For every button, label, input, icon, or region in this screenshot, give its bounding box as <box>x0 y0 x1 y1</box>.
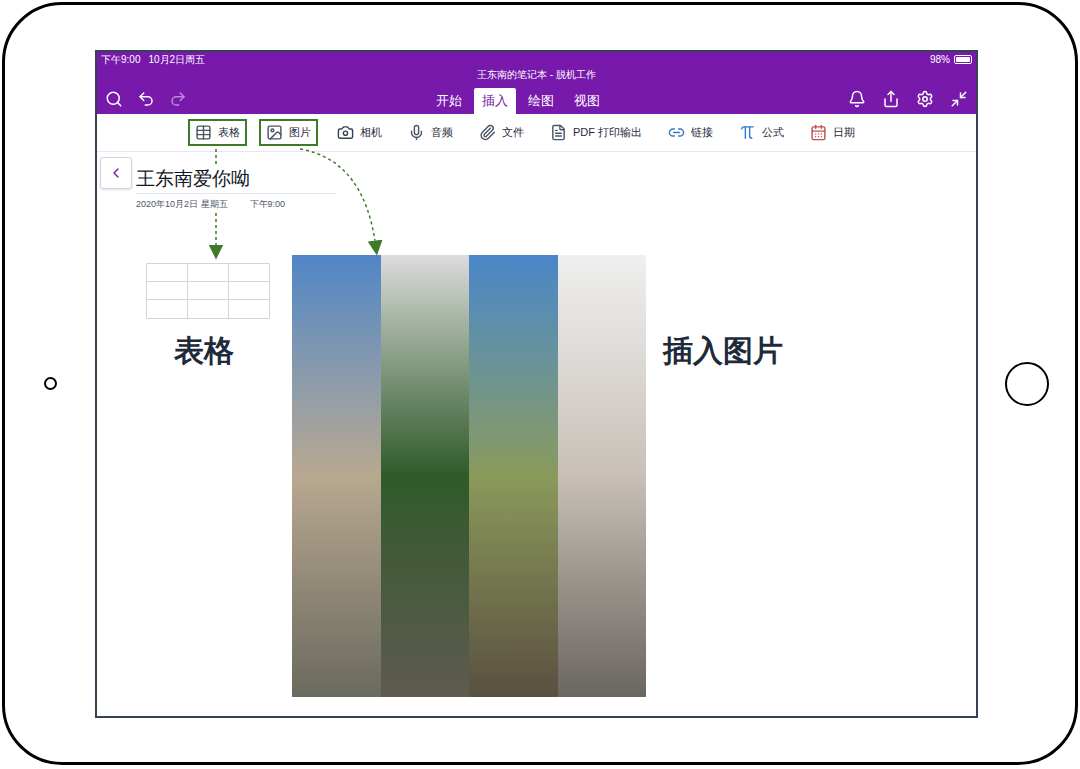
table-row <box>147 282 269 300</box>
pi-icon <box>739 124 756 141</box>
ribbon-button[interactable]: 文件 <box>472 119 531 146</box>
share-icon[interactable] <box>882 90 900 108</box>
collapse-icon[interactable] <box>950 90 968 108</box>
table-arrow <box>215 213 217 252</box>
redo-icon[interactable] <box>169 90 187 108</box>
page-title[interactable]: 王东南爱你呦 <box>136 167 336 194</box>
ribbon: 表格图片相机音频文件 PDF 打印输出链接公式日期 <box>97 114 976 152</box>
ribbon-button[interactable]: 音频 <box>401 119 460 146</box>
camera-column <box>5 377 95 390</box>
ribbon-button[interactable]: 相机 <box>330 119 389 146</box>
calendar-icon <box>810 124 827 141</box>
battery-percent: 98% <box>930 52 950 67</box>
back-button[interactable] <box>100 157 132 189</box>
table-cell[interactable] <box>147 264 188 281</box>
paperclip-icon <box>479 124 496 141</box>
table-cell[interactable] <box>188 300 229 318</box>
microphone-icon <box>408 124 425 141</box>
ribbon-button[interactable]: 表格 <box>188 119 247 146</box>
camera-dot <box>44 377 57 390</box>
image-arrow <box>300 149 376 248</box>
camera-icon <box>337 124 354 141</box>
table-row <box>147 300 269 318</box>
table-cell[interactable] <box>188 282 229 299</box>
table-cell[interactable] <box>229 282 269 299</box>
status-bar: 下午9:00 10月2日周五 98% <box>97 52 976 68</box>
ipad-frame: 下午9:0010月2日周五98%王东南的笔记本 - 脱机工作开始插入绘图视图表格… <box>2 2 1078 765</box>
inserted-table[interactable] <box>146 263 270 319</box>
photo-strip <box>558 255 647 697</box>
table-cell[interactable] <box>147 300 188 318</box>
screen: 下午9:0010月2日周五98%王东南的笔记本 - 脱机工作开始插入绘图视图表格… <box>95 50 978 718</box>
home-column <box>978 362 1075 406</box>
page-date: 2020年10月2日 星期五下午9:00 <box>136 194 336 212</box>
illustration: 下午9:0010月2日周五98%王东南的笔记本 - 脱机工作开始插入绘图视图表格… <box>0 0 1080 769</box>
ribbon-button[interactable]: 日期 <box>803 119 862 146</box>
toolbar-row: 开始插入绘图视图 <box>97 82 976 114</box>
table-cell[interactable] <box>229 300 269 318</box>
table-cell[interactable] <box>147 282 188 299</box>
tab-bar: 开始插入绘图视图 <box>428 88 608 114</box>
tab[interactable]: 插入 <box>474 88 516 114</box>
table-arrow <box>215 149 217 164</box>
image-annotation: 插入图片 <box>663 328 783 373</box>
status-time: 下午9:00 <box>101 52 140 67</box>
ribbon-button[interactable]: PDF 打印输出 <box>543 119 649 146</box>
bell-icon[interactable] <box>848 90 866 108</box>
table-row <box>147 264 269 282</box>
photo-strip <box>469 255 558 697</box>
table-cell[interactable] <box>229 264 269 281</box>
ribbon-button[interactable]: 链接 <box>661 119 720 146</box>
chevron-left-icon <box>108 165 124 181</box>
link-icon <box>668 124 685 141</box>
window-title: 王东南的笔记本 - 脱机工作 <box>97 68 976 82</box>
battery-icon <box>954 55 972 64</box>
home-button[interactable] <box>1005 362 1049 406</box>
page-header: 王东南爱你呦2020年10月2日 星期五下午9:00 <box>97 152 976 212</box>
status-date: 10月2日周五 <box>148 52 205 67</box>
page-canvas: 王东南爱你呦2020年10月2日 星期五下午9:00 表格 插入图片 <box>97 152 976 716</box>
pdf-file-icon <box>550 124 567 141</box>
ribbon-button[interactable]: 公式 <box>732 119 791 146</box>
image-icon <box>266 124 283 141</box>
inserted-photo[interactable] <box>292 255 646 697</box>
table-icon <box>195 124 212 141</box>
photo-strip <box>381 255 470 697</box>
tab[interactable]: 绘图 <box>520 88 562 114</box>
search-icon[interactable] <box>105 90 123 108</box>
undo-icon[interactable] <box>137 90 155 108</box>
tab[interactable]: 视图 <box>566 88 608 114</box>
app-header: 下午9:00 10月2日周五 98%王东南的笔记本 - 脱机工作开始插入绘图视图 <box>97 52 976 114</box>
table-annotation: 表格 <box>174 328 234 373</box>
table-cell[interactable] <box>188 264 229 281</box>
ribbon-button[interactable]: 图片 <box>259 119 318 146</box>
photo-strip <box>292 255 381 697</box>
tab[interactable]: 开始 <box>428 88 470 114</box>
gear-icon[interactable] <box>916 90 934 108</box>
annotation-arrows <box>0 0 1080 769</box>
